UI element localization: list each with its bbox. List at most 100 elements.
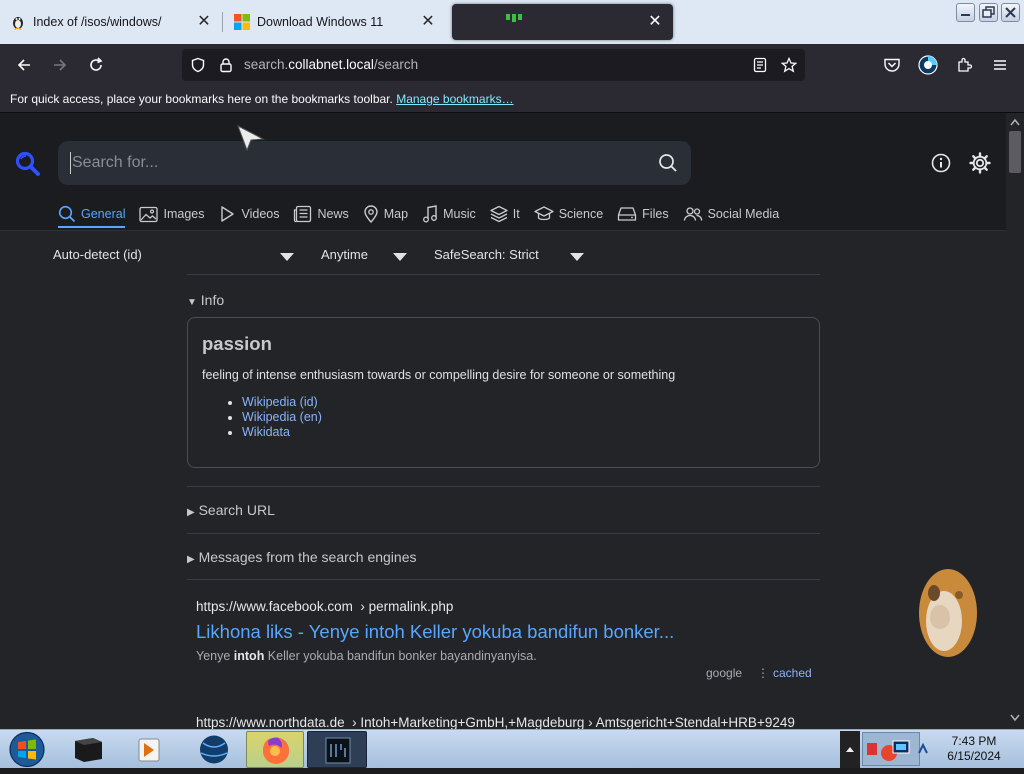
category-label: Images	[163, 207, 205, 221]
page-content: General Images Videos News Map	[0, 113, 1006, 729]
tab-download-windows[interactable]: Download Windows 11 ✕	[224, 0, 446, 44]
restore-button[interactable]	[979, 3, 998, 22]
engine-messages-label: Messages from the search engines	[198, 549, 417, 565]
drive-icon	[618, 207, 637, 221]
wikidata-link[interactable]: Wikidata	[242, 425, 290, 439]
back-button[interactable]	[12, 53, 36, 77]
scrollbar-thumb[interactable]	[1009, 131, 1021, 173]
minimize-button[interactable]	[956, 3, 975, 22]
chevron-up-icon	[846, 747, 854, 752]
show-hidden-icons-button[interactable]	[840, 731, 860, 768]
desktop-pet-potato-icon[interactable]	[912, 565, 978, 667]
chevron-down-icon[interactable]	[393, 253, 407, 261]
divider	[187, 274, 820, 275]
info-icon[interactable]	[931, 153, 951, 173]
searxng-logo-icon[interactable]	[15, 151, 41, 177]
category-tabs: General Images Videos News Map Music It …	[58, 201, 793, 231]
close-tab-icon[interactable]: ✕	[647, 13, 663, 31]
infobox-definition: feeling of intense enthusiasm towards or…	[202, 368, 676, 382]
result-url[interactable]: https://www.northdata.de › Intoh+Marketi…	[196, 715, 795, 729]
forward-button[interactable]	[48, 53, 72, 77]
tab-search-active[interactable]: ✕	[452, 4, 673, 40]
reload-button[interactable]	[84, 53, 108, 77]
tab-index-isos[interactable]: Index of /isos/windows/ ✕	[0, 0, 222, 44]
close-tab-icon[interactable]: ✕	[420, 13, 436, 31]
divider	[187, 533, 820, 534]
search-engine-icon	[504, 14, 522, 30]
tab-map[interactable]: Map	[363, 201, 408, 227]
divider	[187, 486, 820, 487]
browser-window: Index of /isos/windows/ ✕ Download Windo…	[0, 0, 1024, 768]
tab-general[interactable]: General	[58, 201, 126, 228]
result-title-link[interactable]: Likhona liks - Yenye intoh Keller yokuba…	[196, 621, 674, 643]
result-url[interactable]: https://www.facebook.com › permalink.php	[196, 599, 453, 614]
tab-files[interactable]: Files	[617, 201, 669, 227]
manage-bookmarks-link[interactable]: Manage bookmarks…	[396, 92, 513, 106]
media-player-icon	[138, 738, 160, 762]
account-button[interactable]	[916, 53, 940, 77]
pocket-icon	[884, 58, 900, 72]
lock-icon[interactable]	[218, 57, 234, 73]
menu-button[interactable]	[988, 53, 1012, 77]
scroll-down-icon[interactable]	[1010, 714, 1020, 722]
puzzle-icon	[958, 57, 972, 72]
bookmarks-hint-text: For quick access, place your bookmarks h…	[10, 92, 393, 106]
clock[interactable]: 7:43 PM 6/15/2024	[938, 734, 1010, 764]
start-button[interactable]	[5, 731, 49, 768]
category-label: It	[512, 207, 520, 221]
wikipedia-id-link[interactable]: Wikipedia (id)	[242, 395, 318, 409]
cached-link[interactable]: cached	[773, 666, 812, 680]
url-text[interactable]: search.collabnet.local/search	[244, 57, 418, 72]
bookmark-star-icon[interactable]	[781, 57, 797, 73]
shield-icon[interactable]	[190, 57, 206, 73]
tab-news[interactable]: News	[293, 201, 349, 227]
windows-orb-icon	[9, 731, 45, 768]
network-icon[interactable]	[916, 742, 930, 756]
search-url-summary[interactable]: ▶ Search URL	[187, 502, 275, 518]
tab-science[interactable]: Science	[534, 201, 603, 227]
vertical-scrollbar[interactable]	[1006, 113, 1024, 729]
pocket-button[interactable]	[880, 53, 904, 77]
navigation-toolbar: search.collabnet.local/search	[0, 44, 1024, 86]
engine-messages-summary[interactable]: ▶ Messages from the search engines	[187, 549, 416, 565]
language-select[interactable]: Auto-detect (id)	[53, 247, 142, 262]
tab-it[interactable]: It	[490, 201, 520, 227]
infobox: passion feeling of intense enthusiasm to…	[187, 317, 820, 468]
reader-view-icon[interactable]	[752, 57, 768, 73]
chevron-down-icon[interactable]	[280, 253, 294, 261]
tab-social-media[interactable]: Social Media	[683, 201, 779, 227]
tab-videos[interactable]: Videos	[218, 201, 279, 227]
tab-music[interactable]: Music	[422, 201, 476, 227]
tab-images[interactable]: Images	[139, 201, 204, 227]
tray-icons[interactable]	[863, 733, 921, 767]
time-range-select[interactable]: Anytime	[321, 247, 368, 262]
taskbar-app-globe[interactable]	[187, 731, 242, 768]
search-icon[interactable]	[658, 153, 678, 173]
extensions-button[interactable]	[952, 53, 976, 77]
taskbar-app-media[interactable]	[125, 731, 185, 768]
wikipedia-en-link[interactable]: Wikipedia (en)	[242, 410, 322, 424]
search-input[interactable]	[70, 152, 640, 174]
windows-logo-icon	[234, 14, 250, 30]
chevron-down-icon[interactable]	[570, 253, 584, 261]
play-icon	[221, 206, 235, 222]
taskbar-app-server[interactable]	[56, 731, 121, 768]
map-pin-icon	[364, 205, 378, 223]
safesearch-select[interactable]: SafeSearch: Strict	[434, 247, 539, 262]
close-tab-icon[interactable]: ✕	[196, 13, 212, 31]
url-bar[interactable]: search.collabnet.local/search	[182, 49, 805, 81]
layers-icon	[490, 205, 508, 223]
gear-icon[interactable]	[969, 152, 991, 174]
firefox-icon	[263, 737, 289, 764]
taskbar-app-firefox[interactable]	[246, 731, 304, 768]
category-label: News	[317, 207, 349, 221]
infobox-title: passion	[202, 333, 272, 354]
result-engine: google	[706, 666, 743, 680]
terminal-icon	[325, 737, 351, 764]
music-icon	[423, 205, 438, 223]
category-label: Files	[642, 207, 669, 221]
taskbar-app-terminal[interactable]	[307, 731, 367, 768]
info-summary[interactable]: ▼ Info	[187, 292, 224, 308]
scroll-up-icon[interactable]	[1010, 118, 1020, 126]
close-window-button[interactable]	[1001, 3, 1020, 22]
